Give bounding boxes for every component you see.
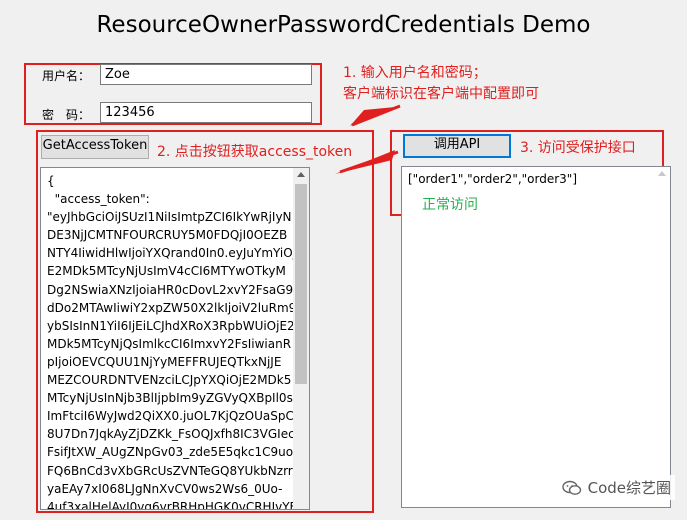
annotation-arrows [335, 104, 401, 174]
watermark: Code综艺圈 [557, 475, 675, 500]
app-window: ResourceOwnerPasswordCredentials Demo 用户… [0, 0, 687, 520]
watermark-text: Code综艺圈 [587, 479, 671, 497]
wechat-icon [561, 480, 581, 495]
